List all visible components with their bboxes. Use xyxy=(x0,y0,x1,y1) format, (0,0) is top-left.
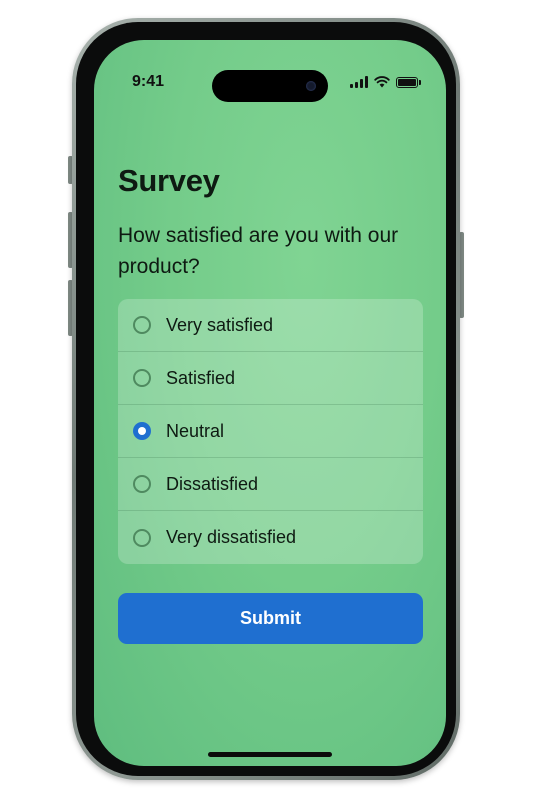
option-label: Very dissatisfied xyxy=(166,527,297,547)
option-satisfied[interactable]: Satisfied xyxy=(118,352,423,405)
wifi-icon xyxy=(374,76,390,88)
radio-button[interactable] xyxy=(133,475,151,493)
status-time: 9:41 xyxy=(132,73,165,90)
status-icons xyxy=(350,76,421,88)
device-stage: 9:41 Survey How satisfied are you with o… xyxy=(0,0,533,800)
option-label: Very satisfied xyxy=(166,314,274,335)
option-very-satisfied[interactable]: Very satisfied xyxy=(118,299,423,352)
radio-button[interactable] xyxy=(133,528,151,547)
cellular-signal-icon xyxy=(350,76,368,88)
screen: 9:41 Survey How satisfied are you with o… xyxy=(94,40,446,766)
survey-question: How satisfied are you with our product? xyxy=(118,224,399,278)
page-title: Survey xyxy=(118,163,220,198)
radio-selected-dot xyxy=(138,427,146,435)
option-label: Satisfied xyxy=(166,367,236,388)
battery-icon xyxy=(396,76,421,88)
dynamic-island xyxy=(212,70,328,102)
option-label: Neutral xyxy=(166,420,225,441)
option-dissatisfied[interactable]: Dissatisfied xyxy=(118,458,423,511)
option-very-dissatisfied[interactable]: Very dissatisfied xyxy=(118,511,423,564)
front-camera-icon xyxy=(306,81,316,91)
radio-button-selected[interactable] xyxy=(133,422,151,440)
home-indicator[interactable] xyxy=(208,752,332,757)
radio-button[interactable] xyxy=(133,316,151,334)
radio-button[interactable] xyxy=(133,369,151,387)
phone-frame: 9:41 Survey How satisfied are you with o… xyxy=(72,18,460,780)
option-neutral[interactable]: Neutral xyxy=(118,405,423,458)
options-list: Very satisfied Satisfied Neutral Dissati… xyxy=(118,299,423,564)
submit-button[interactable]: Submit xyxy=(118,593,423,644)
option-label: Dissatisfied xyxy=(166,473,259,494)
phone-bezel: 9:41 Survey How satisfied are you with o… xyxy=(76,22,456,776)
